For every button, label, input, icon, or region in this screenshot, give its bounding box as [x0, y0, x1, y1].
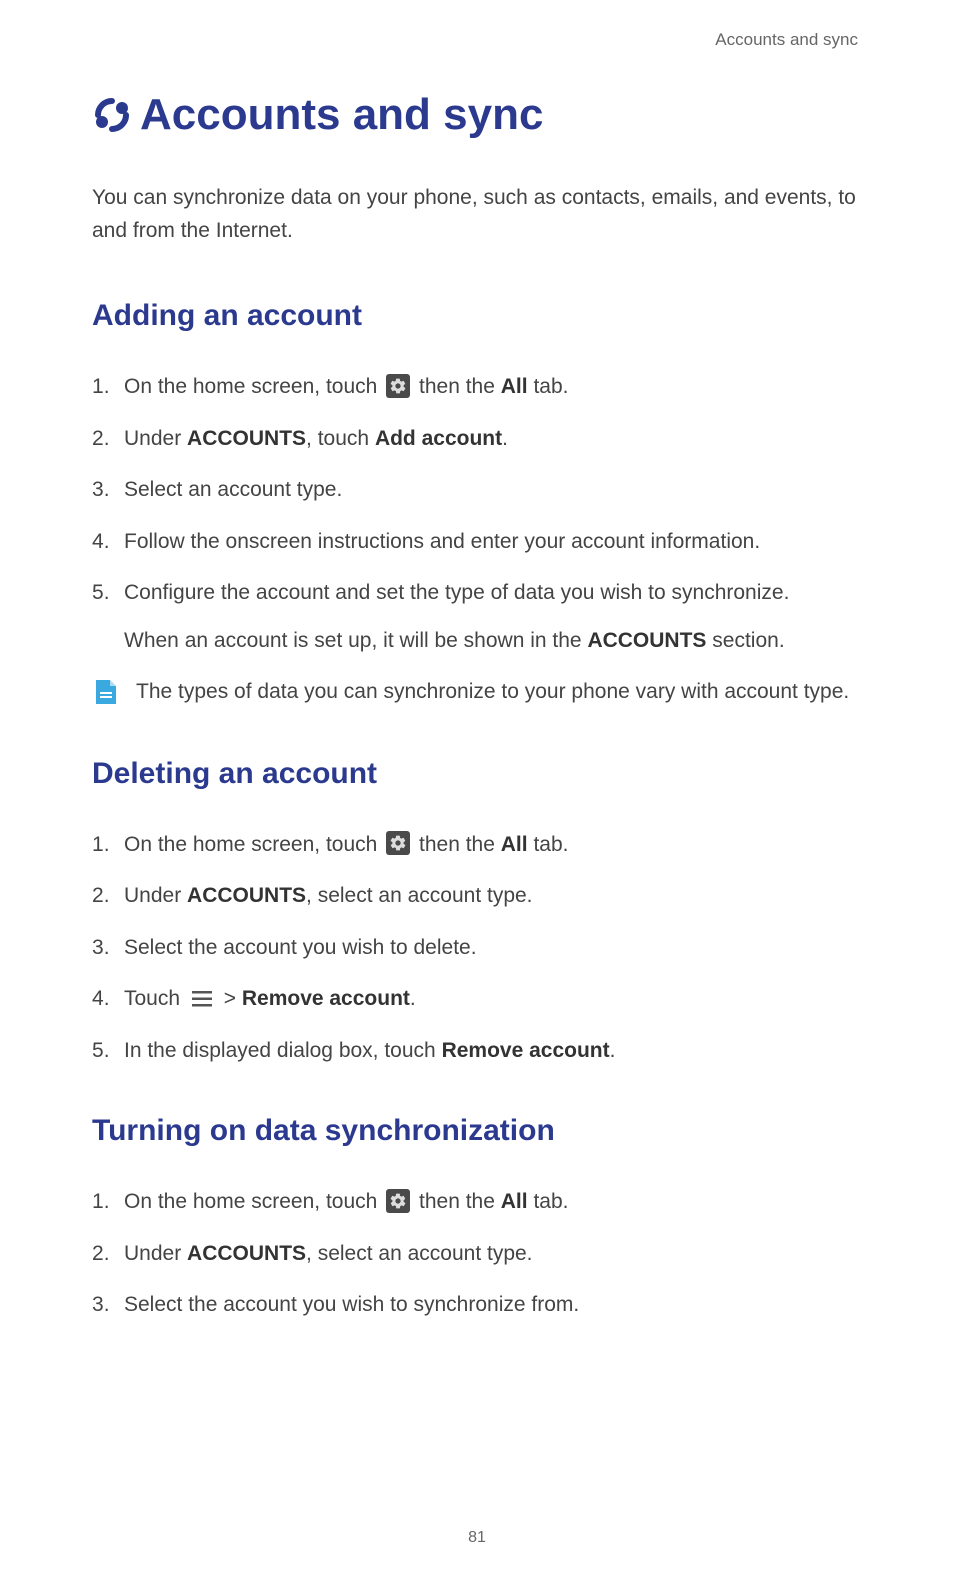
- section-deleting-heading: Deleting an account: [92, 757, 862, 791]
- settings-icon: [386, 1189, 410, 1213]
- list-item: Select the account you wish to delete.: [92, 932, 862, 964]
- sync-icon: [92, 95, 132, 135]
- list-item: Under ACCOUNTS, select an account type.: [92, 1238, 862, 1270]
- list-item: Configure the account and set the type o…: [92, 577, 862, 656]
- page-title-text: Accounts and sync: [140, 90, 543, 140]
- list-item: Select the account you wish to synchroni…: [92, 1289, 862, 1321]
- adding-steps: On the home screen, touch then the All t…: [92, 371, 862, 656]
- turning-steps: On the home screen, touch then the All t…: [92, 1186, 862, 1321]
- list-item: In the displayed dialog box, touch Remov…: [92, 1035, 862, 1067]
- intro-text: You can synchronize data on your phone, …: [92, 182, 862, 247]
- section-adding-heading: Adding an account: [92, 299, 862, 333]
- list-item: On the home screen, touch then the All t…: [92, 1186, 862, 1218]
- page-number: 81: [0, 1529, 954, 1547]
- list-item: On the home screen, touch then the All t…: [92, 829, 862, 861]
- list-item: Touch > Remove account.: [92, 983, 862, 1015]
- note-icon: [92, 678, 120, 706]
- page-title: Accounts and sync: [92, 90, 862, 140]
- note-text: The types of data you can synchronize to…: [136, 676, 862, 709]
- list-item: Follow the onscreen instructions and ent…: [92, 526, 862, 558]
- menu-icon: [190, 989, 214, 1009]
- list-item: Under ACCOUNTS, select an account type.: [92, 880, 862, 912]
- deleting-steps: On the home screen, touch then the All t…: [92, 829, 862, 1067]
- note-row: The types of data you can synchronize to…: [92, 676, 862, 709]
- section-turning-heading: Turning on data synchronization: [92, 1114, 862, 1148]
- list-item: Under ACCOUNTS, touch Add account.: [92, 423, 862, 455]
- running-header: Accounts and sync: [92, 30, 862, 50]
- list-item: Select an account type.: [92, 474, 862, 506]
- list-item: On the home screen, touch then the All t…: [92, 371, 862, 403]
- settings-icon: [386, 831, 410, 855]
- settings-icon: [386, 374, 410, 398]
